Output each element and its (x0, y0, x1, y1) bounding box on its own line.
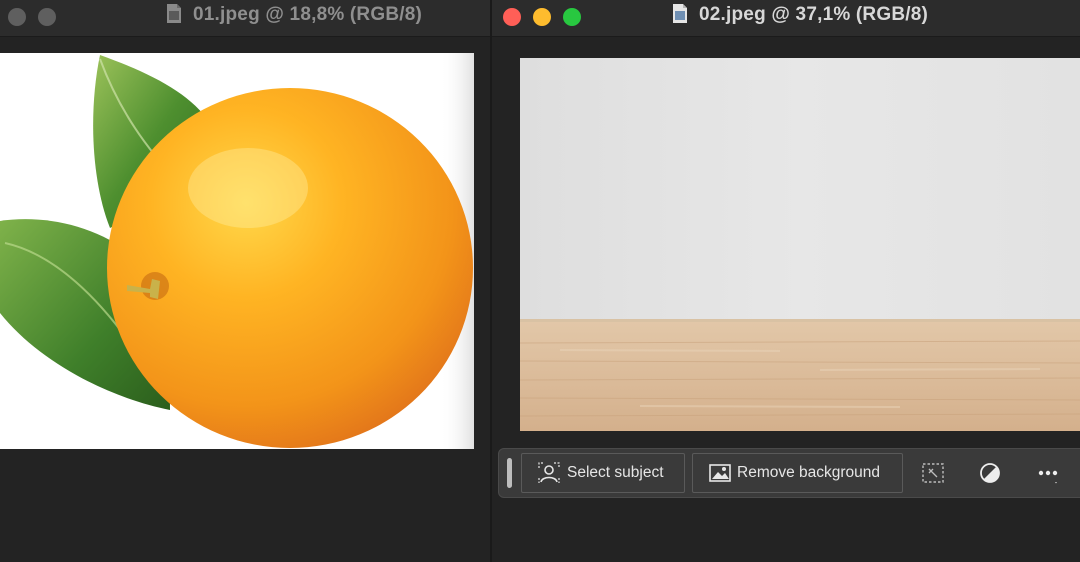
select-subject-label: Select subject (567, 464, 664, 481)
close-window-button[interactable] (503, 8, 521, 26)
image-canvas[interactable] (0, 53, 474, 449)
window-title: 02.jpeg @ 37,1% (RGB/8) (699, 4, 929, 25)
select-subject-icon (538, 462, 560, 484)
remove-background-label: Remove background (737, 464, 881, 481)
table-wall-image (520, 58, 1080, 431)
transform-selection-icon[interactable] (921, 461, 945, 485)
remove-background-icon (709, 462, 731, 484)
select-subject-button[interactable]: Select subject (521, 453, 685, 493)
document-window-01: 01.jpeg @ 18,8% (RGB/8) (0, 0, 490, 562)
remove-background-button[interactable]: Remove background (692, 453, 903, 493)
window-title: 01.jpeg @ 18,8% (RGB/8) (193, 4, 423, 25)
document-window-02: 02.jpeg @ 37,1% (RGB/8) Select subject R… (490, 0, 1080, 562)
orange-image (0, 53, 474, 449)
contextual-task-bar: Select subject Remove background (498, 448, 1080, 498)
minimize-window-button[interactable] (533, 8, 551, 26)
titlebar[interactable]: 01.jpeg @ 18,8% (RGB/8) (0, 0, 490, 37)
titlebar[interactable]: 02.jpeg @ 37,1% (RGB/8) (492, 0, 1080, 37)
image-canvas[interactable] (520, 58, 1080, 431)
drag-handle[interactable] (507, 458, 512, 488)
adjustment-icon[interactable] (978, 461, 1002, 485)
more-icon[interactable] (1036, 461, 1060, 485)
close-window-button[interactable] (8, 8, 26, 26)
zoom-window-button[interactable] (563, 8, 581, 26)
minimize-window-button[interactable] (38, 8, 56, 26)
document-icon (167, 4, 181, 23)
document-icon (673, 4, 687, 23)
